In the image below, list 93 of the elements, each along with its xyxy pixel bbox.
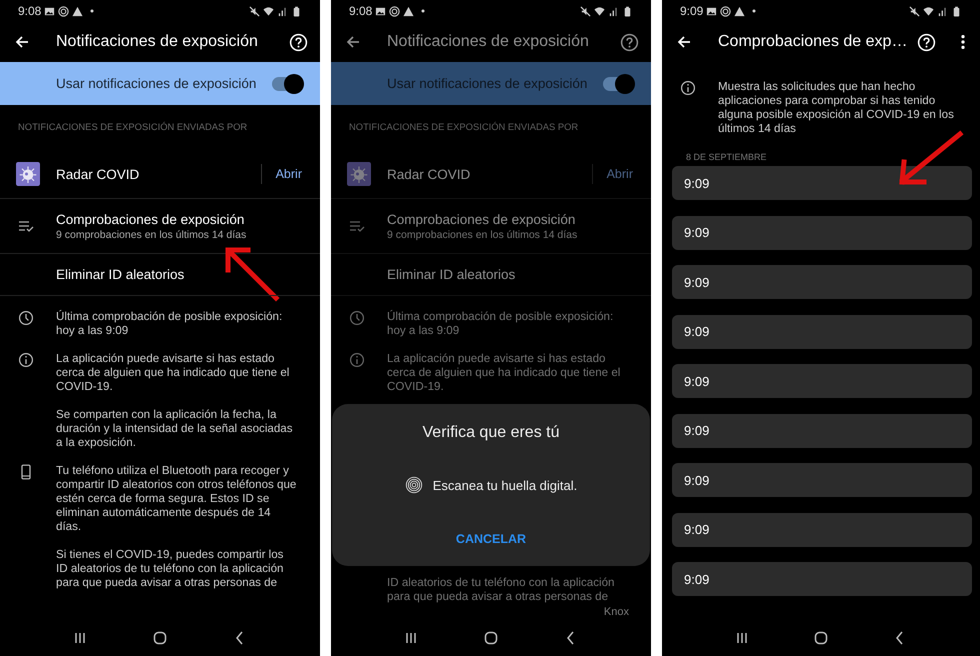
info-icon (349, 352, 365, 368)
dot-icon (421, 9, 426, 13)
warning-icon (72, 6, 84, 16)
settings-row[interactable]: Eliminar ID aleatorios (331, 254, 651, 296)
info-icon (18, 352, 34, 368)
battery-icon (291, 6, 302, 16)
image-icon (706, 6, 718, 16)
status-time: 9:09 (680, 4, 704, 18)
switch-label: Usar notificaciones de exposición (387, 76, 588, 91)
home-icon[interactable] (812, 630, 829, 646)
check-entry[interactable]: 9:09 (672, 364, 972, 398)
info-paragraph: Muestra las solicitudes que han hecho aplicaciones para comprobar si has tenido alguna posible exposición al COVID-19 en los últimos 14 días (718, 80, 955, 136)
back-arrow-icon[interactable] (345, 34, 361, 50)
target-icon (58, 6, 70, 16)
check-entry[interactable]: 9:09 (672, 314, 972, 348)
home-icon[interactable] (483, 630, 499, 646)
more-menu-icon[interactable] (960, 33, 966, 51)
check-entry[interactable]: 9:09 (672, 166, 972, 200)
back-arrow-icon[interactable] (676, 34, 692, 50)
info-paragraph: Se comparten con la aplicación la fecha, la duración y la intensidad de la señal asociadas a la exposición. (56, 408, 294, 450)
check-entry[interactable]: 9:09 (672, 414, 972, 448)
dialog-title: Verifica que eres tú (422, 424, 560, 442)
checklist-icon (349, 220, 365, 232)
checklist-icon (18, 220, 34, 232)
dot-icon (752, 9, 756, 13)
row-title: Eliminar ID aleatorios (387, 267, 516, 282)
signal-icon (937, 6, 948, 16)
clock-icon (349, 310, 365, 326)
fingerprint-icon (404, 476, 423, 494)
image-icon (375, 6, 386, 16)
info-paragraph: Si tienes el COVID-19, puedes compartir los ID aleatorios de tu teléfono con la aplicación para que pueda avisar a otras personas de (56, 548, 285, 590)
status-time: 9:08 (18, 4, 42, 18)
help-icon[interactable] (917, 32, 936, 52)
switch-label: Usar notificaciones de exposición (56, 76, 258, 91)
row-title: Eliminar ID aleatorios (56, 267, 184, 282)
info-paragraph: Última comprobación de posible exposición: hoy a las 9:09 (56, 310, 284, 338)
settings-row[interactable]: Comprobaciones de exposición 9 comprobaciones en los últimos 14 días (0, 199, 320, 254)
image-icon (44, 6, 56, 16)
check-entry[interactable]: 9:09 (672, 562, 972, 596)
row-title: Comprobaciones de exposición (56, 212, 246, 226)
mute-icon (909, 6, 920, 16)
screen-title: Comprobaciones de exp… (718, 33, 908, 51)
dialog-message: Escanea tu huella digital. (432, 478, 578, 492)
date-header: 8 DE SEPTIEMBRE (686, 152, 767, 162)
switch-bar[interactable]: Usar notificaciones de exposición (0, 62, 320, 105)
signal-icon (608, 6, 619, 16)
wifi-icon (263, 6, 274, 16)
info-paragraph: Última comprobación de posible exposición: hoy a las 9:09 (387, 310, 614, 338)
warning-icon (403, 6, 414, 16)
screen-title: Notificaciones de exposición (56, 33, 259, 51)
wifi-icon (594, 6, 605, 16)
row-title: Comprobaciones de exposición (387, 212, 576, 226)
back-arrow-icon[interactable] (14, 34, 30, 50)
screen-title: Notificaciones de exposición (387, 33, 590, 51)
battery-icon (951, 6, 962, 16)
info-paragraph: La aplicación puede avisarte si has estado cerca de alguien que ha indicado que tiene el COVID-19. (56, 352, 290, 394)
battery-icon (622, 6, 633, 16)
section-header: NOTIFICACIONES DE EXPOSICIÓN ENVIADAS POR (17, 120, 248, 134)
open-link[interactable]: Abrir (276, 167, 302, 181)
check-entry[interactable]: 9:09 (672, 265, 972, 299)
check-entry[interactable]: 9:09 (672, 463, 972, 497)
mute-icon (249, 6, 260, 16)
row-subtitle: 9 comprobaciones en los últimos 14 días (56, 228, 246, 240)
info-paragraph: La aplicación puede avisarte si has estado cerca de alguien que ha indicado que tiene el COVID-19. (387, 352, 622, 394)
app-icon[interactable] (347, 162, 371, 186)
target-icon (720, 6, 732, 16)
dot-icon (90, 9, 94, 13)
warning-icon (734, 6, 746, 16)
home-icon[interactable] (152, 630, 168, 646)
mute-icon (580, 6, 591, 16)
help-icon[interactable] (289, 32, 308, 52)
section-header: NOTIFICACIONES DE EXPOSICIÓN ENVIADAS POR (348, 120, 580, 134)
knox-label: Knox (604, 606, 629, 618)
info-icon (680, 80, 696, 96)
toggle-switch[interactable] (272, 76, 302, 90)
info-paragraph: ID aleatorios de tu teléfono con la aplicación para que pueda avisar a otras personas de (387, 576, 616, 604)
target-icon (389, 6, 400, 16)
settings-row[interactable]: Eliminar ID aleatorios (0, 254, 320, 296)
app-name: Radar COVID (387, 166, 472, 182)
check-entry[interactable]: 9:09 (672, 216, 972, 250)
cancel-button[interactable]: CANCELAR (448, 528, 534, 550)
signal-icon (277, 6, 288, 16)
clock-icon (18, 310, 34, 326)
info-paragraph: Tu teléfono utiliza el Bluetooth para recoger y compartir ID aleatorios con otros teléfonos que estén cerca de forma segura. Estos ID se eliminan automáticamente después de 14 días. (56, 464, 298, 534)
app-icon[interactable] (16, 162, 40, 186)
toggle-switch[interactable] (603, 76, 633, 90)
settings-row[interactable]: Comprobaciones de exposición 9 comprobaciones en los últimos 14 días (331, 199, 651, 254)
app-name: Radar COVID (56, 166, 140, 182)
wifi-icon (923, 6, 934, 16)
row-subtitle: 9 comprobaciones en los últimos 14 días (387, 228, 578, 240)
check-entry[interactable]: 9:09 (672, 512, 972, 546)
status-time: 9:08 (349, 4, 372, 18)
help-icon[interactable] (620, 32, 639, 52)
